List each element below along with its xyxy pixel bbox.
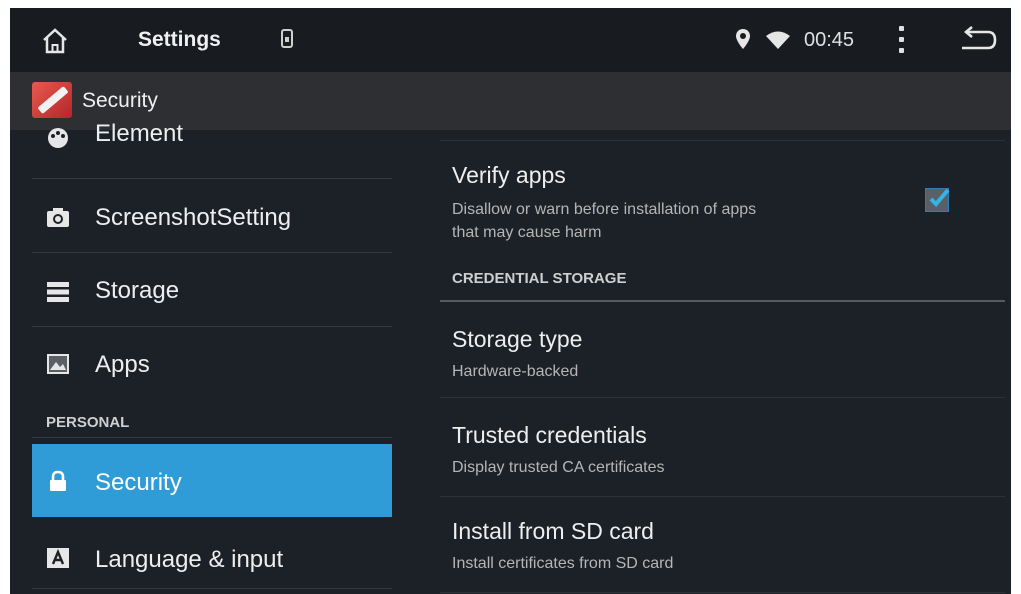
storage-type-summary: Hardware-backed <box>452 363 579 380</box>
sidebar-item-security[interactable]: Security <box>32 444 392 517</box>
sidebar-item-storage[interactable]: Storage <box>32 253 392 326</box>
language-icon <box>47 548 69 568</box>
verify-apps-summary-line1: Disallow or warn before installation of … <box>452 201 757 218</box>
sidebar-item-label: Apps <box>95 351 150 378</box>
status-bar: Settings 00:45 <box>10 8 1011 72</box>
divider <box>440 140 1005 141</box>
divider <box>440 592 1005 593</box>
verify-apps-summary-line2: that may cause harm <box>452 224 602 241</box>
location-icon <box>736 29 750 49</box>
trusted-credentials-summary: Display trusted CA certificates <box>452 459 665 476</box>
settings-category-list: Element ScreenshotSetting Storage Apps P… <box>10 120 402 594</box>
section-header-credential-storage: CREDENTIAL STORAGE <box>452 270 627 287</box>
sidebar-item-label: Element <box>95 120 184 147</box>
sim-icon <box>281 29 293 48</box>
divider <box>32 437 392 438</box>
security-settings-panel: Verify apps Disallow or warn before inst… <box>440 130 1011 594</box>
sidebar-item-label: Language & input <box>95 546 284 573</box>
sidebar-item-label: Security <box>95 469 182 496</box>
verify-apps-title: Verify apps <box>452 162 566 188</box>
install-from-sd-summary: Install certificates from SD card <box>452 555 674 572</box>
sidebar-item-element[interactable]: Element <box>32 108 392 181</box>
sidebar-item-screenshotsetting[interactable]: ScreenshotSetting <box>32 180 392 253</box>
sidebar-item-language-input[interactable]: Language & input <box>32 522 392 594</box>
trusted-credentials-title: Trusted credentials <box>452 422 647 448</box>
back-icon[interactable] <box>958 26 998 54</box>
settings-screen: Settings 00:45 Security Element Screensh… <box>10 8 1011 594</box>
trusted-credentials-row[interactable]: Trusted credentials Display trusted CA c… <box>440 398 1005 496</box>
apps-icon <box>47 354 69 374</box>
divider <box>32 178 392 179</box>
section-header-personal: PERSONAL <box>46 414 130 431</box>
clock: 00:45 <box>804 29 855 51</box>
install-from-sd-title: Install from SD card <box>452 518 654 544</box>
storage-icon <box>47 282 69 302</box>
sidebar-item-apps[interactable]: Apps <box>32 327 392 400</box>
wifi-icon <box>766 31 790 49</box>
camera-icon <box>47 208 69 227</box>
overflow-menu-icon[interactable] <box>892 24 912 56</box>
sidebar-item-label: Storage <box>95 277 180 304</box>
sidebar-item-label: ScreenshotSetting <box>95 204 292 231</box>
element-icon <box>48 128 68 148</box>
verify-apps-checkbox[interactable] <box>925 188 950 212</box>
storage-type-title: Storage type <box>452 326 583 352</box>
checkmark-icon <box>929 188 950 207</box>
lock-icon <box>50 470 66 491</box>
verify-apps-row[interactable]: Verify apps Disallow or warn before inst… <box>440 142 1005 252</box>
divider <box>32 588 392 589</box>
storage-type-row[interactable]: Storage type Hardware-backed <box>440 302 1005 397</box>
home-icon[interactable] <box>40 26 70 56</box>
install-from-sd-row[interactable]: Install from SD card Install certificate… <box>440 497 1005 592</box>
app-title: Settings <box>138 28 221 51</box>
